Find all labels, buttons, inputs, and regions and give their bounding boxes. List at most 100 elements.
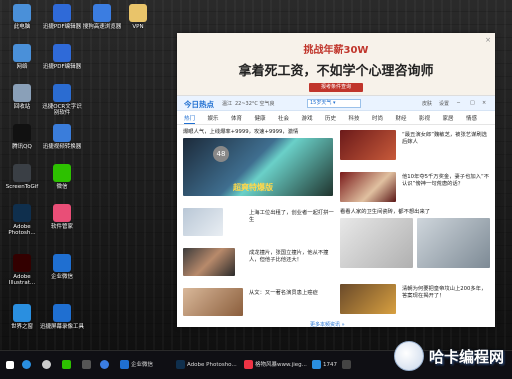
desktop-icon[interactable]: 迅捷屏幕录像工具	[40, 304, 84, 330]
bathroom-thumbnail[interactable]	[340, 218, 413, 268]
taskbar-app[interactable]	[22, 357, 33, 373]
taskbar-browser[interactable]: 格物风暴www.jieg...	[244, 357, 307, 373]
taskbar-app[interactable]	[82, 357, 93, 373]
taskbar-app[interactable]	[100, 357, 111, 373]
theworld-browser-icon	[13, 304, 31, 322]
taskbar-label: 企业微信	[131, 362, 154, 368]
thumbnail-badge: 48	[213, 146, 229, 162]
desktop-icon[interactable]: Adobe Photosh...	[0, 204, 44, 236]
start-button[interactable]	[6, 357, 16, 373]
desktop-icon[interactable]: 微信	[40, 164, 84, 190]
news-item[interactable]: 从文：又一著名演员患上癌症	[249, 290, 339, 297]
close-icon[interactable]: ×	[485, 36, 491, 44]
tab-12[interactable]: 情感	[466, 114, 477, 122]
desktop-icon[interactable]: 此电脑	[0, 4, 44, 30]
weather-dropdown[interactable]: 15岁天气 ▾	[307, 99, 361, 108]
taskbar-app[interactable]	[342, 357, 353, 373]
ad-banner[interactable]: 挑战年薪30W 拿着死工资，不如学个心理咨询师 报考条件查询 ×	[177, 33, 495, 96]
tab-0[interactable]: 热门	[184, 114, 196, 124]
wechat-icon	[62, 360, 71, 369]
desktop-icon[interactable]: 网络	[0, 44, 44, 70]
desktop-icon[interactable]: 软件管家	[40, 204, 84, 230]
maximize-button[interactable]: □	[470, 100, 475, 106]
tab-11[interactable]: 家居	[443, 114, 454, 122]
tab-9[interactable]: 财经	[396, 114, 407, 122]
news-item[interactable]: “最丑演女郎”魏敏芝，被张艺谋刷选后嫁人	[402, 132, 490, 145]
tab-4[interactable]: 社会	[278, 114, 289, 122]
screen-recorder-icon	[53, 304, 71, 322]
actors-thumbnail[interactable]	[183, 248, 235, 276]
desktop-icon-label: ScreenToGif	[5, 184, 39, 190]
close-button[interactable]: ×	[482, 100, 486, 106]
desktop-icon-label: 迅捷视频转换器	[42, 144, 82, 150]
desktop-icon-label: 软件管家	[50, 224, 73, 230]
news-popup-window: 挑战年薪30W 拿着死工资，不如学个心理咨询师 报考条件查询 × 今日热点 温江…	[177, 33, 495, 328]
desktop-icon[interactable]: 腾讯QQ	[0, 124, 44, 150]
desktop-icon-label: 世界之窗	[10, 324, 33, 330]
location-label[interactable]: 温江	[222, 100, 232, 107]
actor-thumbnail[interactable]	[183, 288, 243, 316]
history-thumbnail[interactable]	[340, 284, 396, 314]
settings-button[interactable]: 设置	[439, 100, 449, 107]
tab-8[interactable]: 时尚	[372, 114, 383, 122]
folder-icon	[129, 4, 147, 22]
news-item[interactable]: 上海工位出租了，创业者一起打拼一生	[249, 210, 339, 223]
photoshop-icon	[13, 204, 31, 222]
browser-icon	[42, 360, 51, 369]
desktop-icon[interactable]: 迅捷PDF编辑器	[40, 44, 84, 70]
desktop-icon[interactable]: 回收站	[0, 84, 44, 110]
taskbar-photoshop[interactable]: Adobe Photosho...	[176, 357, 237, 373]
illustrator-icon	[13, 254, 31, 272]
wecom-icon	[120, 360, 129, 369]
taskbar-app[interactable]	[42, 357, 53, 373]
weather-label: 22~32°C 空气良	[235, 101, 275, 107]
desktop-icon-label: 网络	[16, 64, 28, 70]
more-news-link[interactable]: 更多本频资讯 »	[310, 321, 345, 328]
desktop-icon[interactable]: VPN	[116, 4, 160, 30]
desktop-icon[interactable]: 迅捷视频转换器	[40, 124, 84, 150]
software-manager-icon	[53, 204, 71, 222]
network-icon	[13, 44, 31, 62]
tab-3[interactable]: 健康	[255, 114, 266, 122]
game-thumbnail[interactable]: 48 超爽特爆版	[183, 138, 333, 196]
desktop-icon[interactable]: Adobe Illustrat...	[0, 254, 44, 286]
minimize-button[interactable]: ─	[457, 100, 460, 106]
desktop-icon[interactable]: ScreenToGif	[0, 164, 44, 190]
desktop-icon[interactable]: 迅捷OCR文字识别软件	[40, 84, 84, 116]
desktop-icon-label: 企业微信	[50, 274, 73, 280]
windows-icon	[6, 360, 14, 369]
news-item[interactable]: 他10年夺5千万奖金，妻子也加入“不认识”傍神一句荒唐的话？	[402, 174, 490, 187]
wechat-icon	[53, 164, 71, 182]
host-thumbnail[interactable]	[340, 172, 396, 202]
taskbar-app[interactable]	[62, 357, 73, 373]
ad-slogan: 拿着死工资，不如学个心理咨询师	[238, 64, 434, 79]
ad-button[interactable]: 报考条件查询	[309, 83, 363, 92]
news-item[interactable]: 清朝为何要把皇帝坟山上200多年，答案现在揭开了！	[402, 286, 490, 299]
tab-10[interactable]: 影视	[419, 114, 430, 122]
sogou-browser-icon	[93, 4, 111, 22]
desktop-icon[interactable]: 世界之窗	[0, 304, 44, 330]
taskbar-label: 1747	[323, 362, 337, 368]
desktop-icon-label: 此电脑	[13, 24, 31, 30]
skin-button[interactable]: 皮肤	[422, 100, 432, 107]
bathroom-thumbnail[interactable]	[417, 218, 490, 268]
taskbar-app-1747[interactable]: 1747	[312, 357, 337, 373]
news-item[interactable]: 成龙撞片，张国立撞片，他从不撞人，但他子比他还大！	[249, 250, 339, 263]
news-app: 今日热点 温江 22~32°C 空气良 15岁天气 ▾ 皮肤 设置 ─ □ × …	[177, 96, 495, 328]
news-item[interactable]: 爆眼人气，上线爆率+9999，攻速+9999，激情	[183, 129, 333, 136]
desktop-icon-label: VPN	[132, 24, 144, 30]
tab-7[interactable]: 科技	[349, 114, 360, 122]
desktop-icon[interactable]: 企业微信	[40, 254, 84, 280]
tab-1[interactable]: 娱乐	[208, 114, 219, 122]
tab-2[interactable]: 体育	[231, 114, 242, 122]
news-item[interactable]: 看看人家的卫生间瓷砖，都不想出来了	[340, 209, 490, 216]
tab-5[interactable]: 游戏	[302, 114, 313, 122]
wecom-icon	[53, 254, 71, 272]
taskbar-wecom[interactable]: 企业微信	[120, 357, 153, 373]
taskbar-label: 格物风暴www.jieg...	[255, 362, 307, 368]
browser-icon	[244, 360, 253, 369]
actress-thumbnail[interactable]	[340, 130, 396, 160]
office-thumbnail[interactable]	[183, 208, 223, 236]
tab-6[interactable]: 历史	[325, 114, 336, 122]
desktop-icon[interactable]: 迅捷PDF编辑器	[40, 4, 84, 30]
